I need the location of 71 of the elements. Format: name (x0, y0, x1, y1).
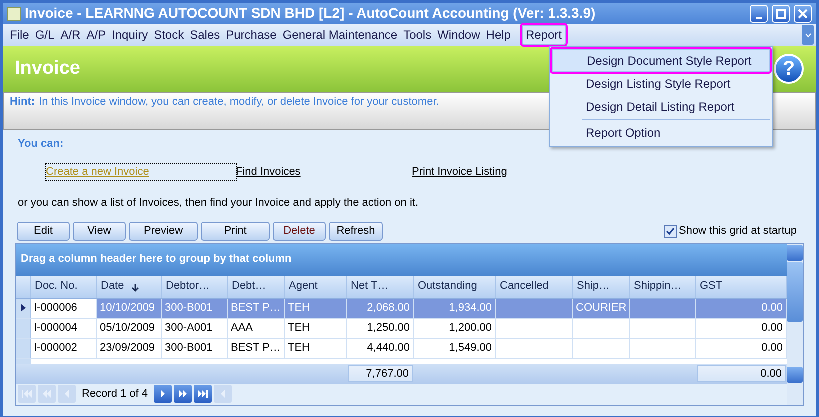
table-cell: TEH (285, 338, 347, 358)
column-header[interactable]: Doc. No. (31, 276, 97, 298)
column-header[interactable]: Date (97, 276, 162, 298)
column-header[interactable]: Net T… (347, 276, 414, 298)
instruction-text: or you can show a list of Invoices, then find your Invoice and apply the action on it. (18, 196, 420, 211)
toolbar-button[interactable]: Edit (17, 222, 70, 240)
table-cell: 1,200.00 (414, 318, 496, 338)
toolbar-button[interactable]: Refresh (329, 222, 383, 240)
hint-text: In this Invoice window, you can create, modify, or delete Invoice for your customer. (39, 96, 440, 108)
action-link[interactable]: Find Invoices (236, 164, 412, 180)
table-cell: AAA (228, 318, 285, 338)
menu-item[interactable]: G/L (32, 25, 58, 45)
toolbar-button[interactable]: View (73, 222, 126, 240)
column-header[interactable]: Debt… (228, 276, 285, 298)
menu-item[interactable]: Purchase (223, 25, 280, 45)
column-header[interactable]: Debtor… (162, 276, 228, 298)
page-title: Invoice (15, 56, 80, 81)
table-cell: 300-B001 (162, 298, 228, 318)
table-cell: 2,068.00 (347, 298, 414, 318)
table-row[interactable]: I-000006 10/10/2009 300-B001 BEST P… TEH 2,068.00 1,934.00 COURIER 0.00 (16, 298, 787, 318)
table-cell: COURIER (573, 298, 630, 318)
table-cell: TEH (285, 318, 347, 338)
column-header[interactable]: Cancelled (496, 276, 573, 298)
menu-item[interactable]: Tools (400, 25, 435, 45)
menu-item[interactable]: Stock (151, 25, 188, 45)
table-cell: 300-B001 (162, 338, 228, 358)
menu-item[interactable]: A/P (84, 25, 110, 45)
dropdown-item[interactable]: Report Option (552, 121, 770, 144)
table-cell: I-000002 (31, 338, 97, 358)
table-cell: TEH (285, 298, 347, 318)
column-header[interactable]: Agent (285, 276, 347, 298)
column-header[interactable]: Shippin… (630, 276, 696, 298)
menu-item[interactable]: General Maintenance (280, 25, 401, 45)
table-row[interactable]: I-000004 05/10/2009 300-A001 AAA TEH 1,250.00 1,200.00 0.00 (16, 318, 787, 338)
table-cell: BEST P… (228, 298, 285, 318)
table-cell: I-000006 (31, 298, 97, 318)
footer-total: 0.00 (697, 365, 786, 382)
table-cell: 1,250.00 (347, 318, 414, 338)
toolbar-button[interactable]: Print (201, 222, 270, 240)
window-title: Invoice - LEARNNG AUTOCOUNT SDN BHD [L2] - AutoCount Accounting (Ver: 1.3.3.9) (25, 4, 597, 23)
show-grid-checkbox[interactable]: Show this grid at startup (664, 222, 797, 240)
toolbar-button[interactable]: Delete (273, 222, 326, 240)
menu-item[interactable]: Help (483, 25, 514, 45)
menu-item[interactable]: A/R (58, 25, 84, 45)
footer-total: 7,767.00 (348, 365, 413, 382)
dropdown-item[interactable]: Design Document Style Report (552, 49, 770, 72)
table-cell: 1,549.00 (414, 338, 496, 358)
table-cell: 05/10/2009 (97, 318, 162, 338)
hint-label: Hint: (10, 96, 36, 108)
column-header[interactable]: Ship… (573, 276, 630, 298)
table-cell: 300-A001 (162, 318, 228, 338)
table-cell: 23/09/2009 (97, 338, 162, 358)
dropdown-item[interactable]: Design Listing Style Report (552, 72, 770, 95)
group-panel: Drag a column header here to group by that column (16, 244, 787, 276)
table-cell: 1,934.00 (414, 298, 496, 318)
record-counter: Record 1 of 4 (82, 386, 148, 402)
table-cell: 10/10/2009 (97, 298, 162, 318)
menu-item[interactable]: Window (434, 25, 484, 45)
menu-item[interactable]: Sales (187, 25, 224, 45)
dropdown-item[interactable]: Design Detail Listing Report (552, 95, 770, 118)
menu-item[interactable]: File (7, 25, 32, 45)
menu-item[interactable]: Inquiry (109, 25, 152, 45)
table-row[interactable]: I-000002 23/09/2009 300-B001 BEST P… TEH 4,440.00 1,549.00 0.00 (16, 338, 787, 358)
column-header[interactable]: Outstanding (414, 276, 496, 298)
table-cell: I-000004 (31, 318, 97, 338)
table-cell: BEST P… (228, 338, 285, 358)
section-label: You can: (18, 137, 65, 152)
menu-item[interactable]: Report (522, 25, 566, 45)
table-cell: 4,440.00 (347, 338, 414, 358)
toolbar-button[interactable]: Preview (129, 222, 198, 240)
action-link[interactable]: Print Invoice Listing (412, 164, 508, 180)
